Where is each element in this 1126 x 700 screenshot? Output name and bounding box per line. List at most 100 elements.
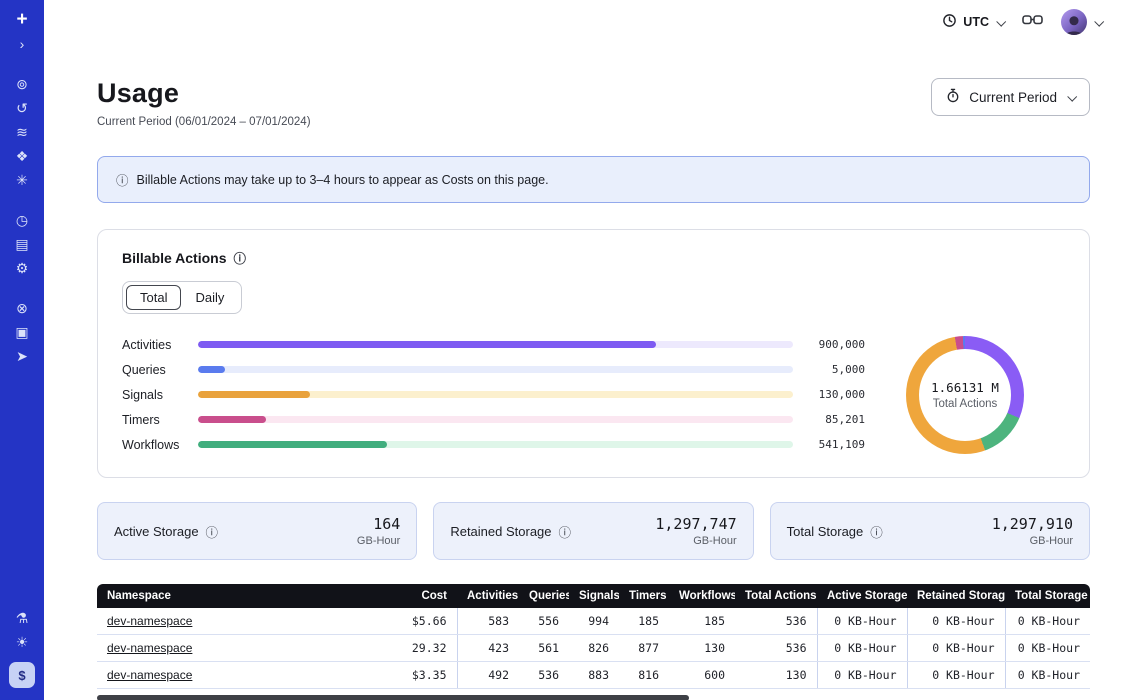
terminal-icon[interactable]: ▣ xyxy=(8,320,36,344)
total-storage-cell: 0 KB-Hour xyxy=(1005,662,1090,689)
cube-icon[interactable]: ❖ xyxy=(8,144,36,168)
info-banner: ⓘ Billable Actions may take up to 3–4 ho… xyxy=(97,156,1090,203)
namespace-usage-table: Namespace Cost Activities Queries Signal… xyxy=(97,584,1090,689)
clock-icon xyxy=(942,13,957,31)
billing-dollar-icon[interactable]: $ xyxy=(9,662,35,688)
content: Usage Current Period (06/01/2024 – 07/01… xyxy=(44,78,1126,700)
info-icon[interactable]: ⓘ xyxy=(234,248,247,267)
card-icon[interactable]: ▤ xyxy=(8,232,36,256)
bar-track xyxy=(198,341,793,348)
billable-view-toggle: Total Daily xyxy=(122,281,242,314)
usage-bar-row: Timers 85,201 xyxy=(122,407,865,432)
main-area: UTC Usage Current Period (06/01/2024 – 0… xyxy=(44,0,1126,700)
horizontal-scrollbar[interactable] xyxy=(97,695,689,700)
retained-storage-card: Retained Storage ⓘ 1,297,747 GB-Hour xyxy=(433,502,753,560)
bar-label: Signals xyxy=(122,388,188,402)
rocket-icon[interactable]: ➤ xyxy=(8,344,36,368)
bar-label: Workflows xyxy=(122,438,188,452)
user-menu[interactable] xyxy=(1061,9,1102,35)
stat-label: Active Storage xyxy=(114,524,199,539)
period-selector-button[interactable]: Current Period xyxy=(931,78,1090,116)
active-storage-cell: 0 KB-Hour xyxy=(817,635,907,662)
donut-center: 1.66131 M Total Actions xyxy=(919,349,1011,441)
asterisk-icon[interactable]: ✳ xyxy=(8,168,36,192)
stat-value: 1,297,747 xyxy=(655,515,736,533)
namespace-cell: dev-namespace xyxy=(97,662,379,689)
column-header: Activities xyxy=(457,584,519,608)
chevron-down-icon xyxy=(996,16,1006,26)
period-button-label: Current Period xyxy=(969,90,1057,105)
namespace-link[interactable]: dev-namespace xyxy=(107,668,192,682)
column-header: Queries xyxy=(519,584,569,608)
info-icon[interactable]: ⓘ xyxy=(870,522,883,541)
column-header: Active Storage xyxy=(817,584,907,608)
table-row: dev-namespace $5.66 583 556 994 185 185 … xyxy=(97,608,1090,635)
swirl-icon[interactable]: ⊚ xyxy=(8,72,36,96)
timezone-label: UTC xyxy=(963,15,989,29)
goggles-icon[interactable] xyxy=(1022,12,1043,32)
active-storage-card: Active Storage ⓘ 164 GB-Hour xyxy=(97,502,417,560)
sun-icon[interactable]: ☀ xyxy=(8,630,36,654)
banner-text: Billable Actions may take up to 3–4 hour… xyxy=(137,173,549,187)
namespace-cell: dev-namespace xyxy=(97,635,379,662)
active-storage-cell: 0 KB-Hour xyxy=(817,608,907,635)
stat-unit: GB-Hour xyxy=(655,535,736,547)
bar-value: 541,109 xyxy=(803,438,865,451)
namespace-link[interactable]: dev-namespace xyxy=(107,614,192,628)
donut-total-value: 1.66131 M xyxy=(931,380,999,395)
history-icon[interactable]: ↺ xyxy=(8,96,36,120)
gear-icon[interactable]: ⚙ xyxy=(8,256,36,280)
tab-total[interactable]: Total xyxy=(126,285,181,310)
column-header: Retained Storage xyxy=(907,584,1005,608)
layers-icon[interactable]: ≋ xyxy=(8,120,36,144)
donut-total-label: Total Actions xyxy=(933,398,998,410)
bar-fill xyxy=(198,391,310,398)
total-storage-cell: 0 KB-Hour xyxy=(1005,635,1090,662)
stat-unit: GB-Hour xyxy=(357,535,400,547)
cost-cell: $5.66 xyxy=(379,608,457,635)
table-row: dev-namespace $3.35 492 536 883 816 600 … xyxy=(97,662,1090,689)
stat-value: 1,297,910 xyxy=(992,515,1073,533)
stat-label: Retained Storage xyxy=(450,524,551,539)
cost-cell: $3.35 xyxy=(379,662,457,689)
queries-cell: 556 xyxy=(519,608,569,635)
retained-storage-cell: 0 KB-Hour xyxy=(907,635,1005,662)
queries-cell: 536 xyxy=(519,662,569,689)
column-header: Timers xyxy=(619,584,669,608)
column-header: Total Storage xyxy=(1005,584,1090,608)
namespace-cell: dev-namespace xyxy=(97,608,379,635)
stat-label: Total Storage xyxy=(787,524,864,539)
card-title: Billable Actions xyxy=(122,250,227,266)
activities-cell: 583 xyxy=(457,608,519,635)
namespace-link[interactable]: dev-namespace xyxy=(107,641,192,655)
sidebar: + › ⊚ ↺ ≋ ❖ ✳ ◷ ▤ ⚙ ⊗ ▣ ➤ ⚗ ☀ $ xyxy=(0,0,44,700)
donut-ring: 1.66131 M Total Actions xyxy=(906,336,1024,454)
column-header: Signals xyxy=(569,584,619,608)
bar-track xyxy=(198,416,793,423)
chevron-down-icon xyxy=(1094,16,1104,26)
usage-bar-row: Workflows 541,109 xyxy=(122,432,865,457)
chevron-right-icon[interactable]: › xyxy=(8,32,36,56)
flask-icon[interactable]: ⚗ xyxy=(8,606,36,630)
temporal-logo-icon[interactable]: + xyxy=(8,8,36,32)
info-icon[interactable]: ⓘ xyxy=(206,522,219,541)
column-header: Total Actions xyxy=(735,584,817,608)
page-subtitle: Current Period (06/01/2024 – 07/01/2024) xyxy=(97,116,311,128)
bar-track xyxy=(198,366,793,373)
total-actions-cell: 130 xyxy=(735,662,817,689)
workflows-cell: 600 xyxy=(669,662,735,689)
total-actions-cell: 536 xyxy=(735,608,817,635)
info-icon[interactable]: ⓘ xyxy=(559,522,572,541)
stat-value: 164 xyxy=(357,515,400,533)
globe-icon[interactable]: ◷ xyxy=(8,208,36,232)
queries-cell: 561 xyxy=(519,635,569,662)
circle-x-icon[interactable]: ⊗ xyxy=(8,296,36,320)
tab-daily[interactable]: Daily xyxy=(181,285,238,310)
column-header: Cost xyxy=(379,584,457,608)
activities-cell: 492 xyxy=(457,662,519,689)
bar-fill xyxy=(198,341,656,348)
billable-actions-card: Billable Actions ⓘ Total Daily Activitie… xyxy=(97,229,1090,478)
bar-fill xyxy=(198,366,225,373)
retained-storage-cell: 0 KB-Hour xyxy=(907,608,1005,635)
timezone-selector[interactable]: UTC xyxy=(942,13,1004,31)
